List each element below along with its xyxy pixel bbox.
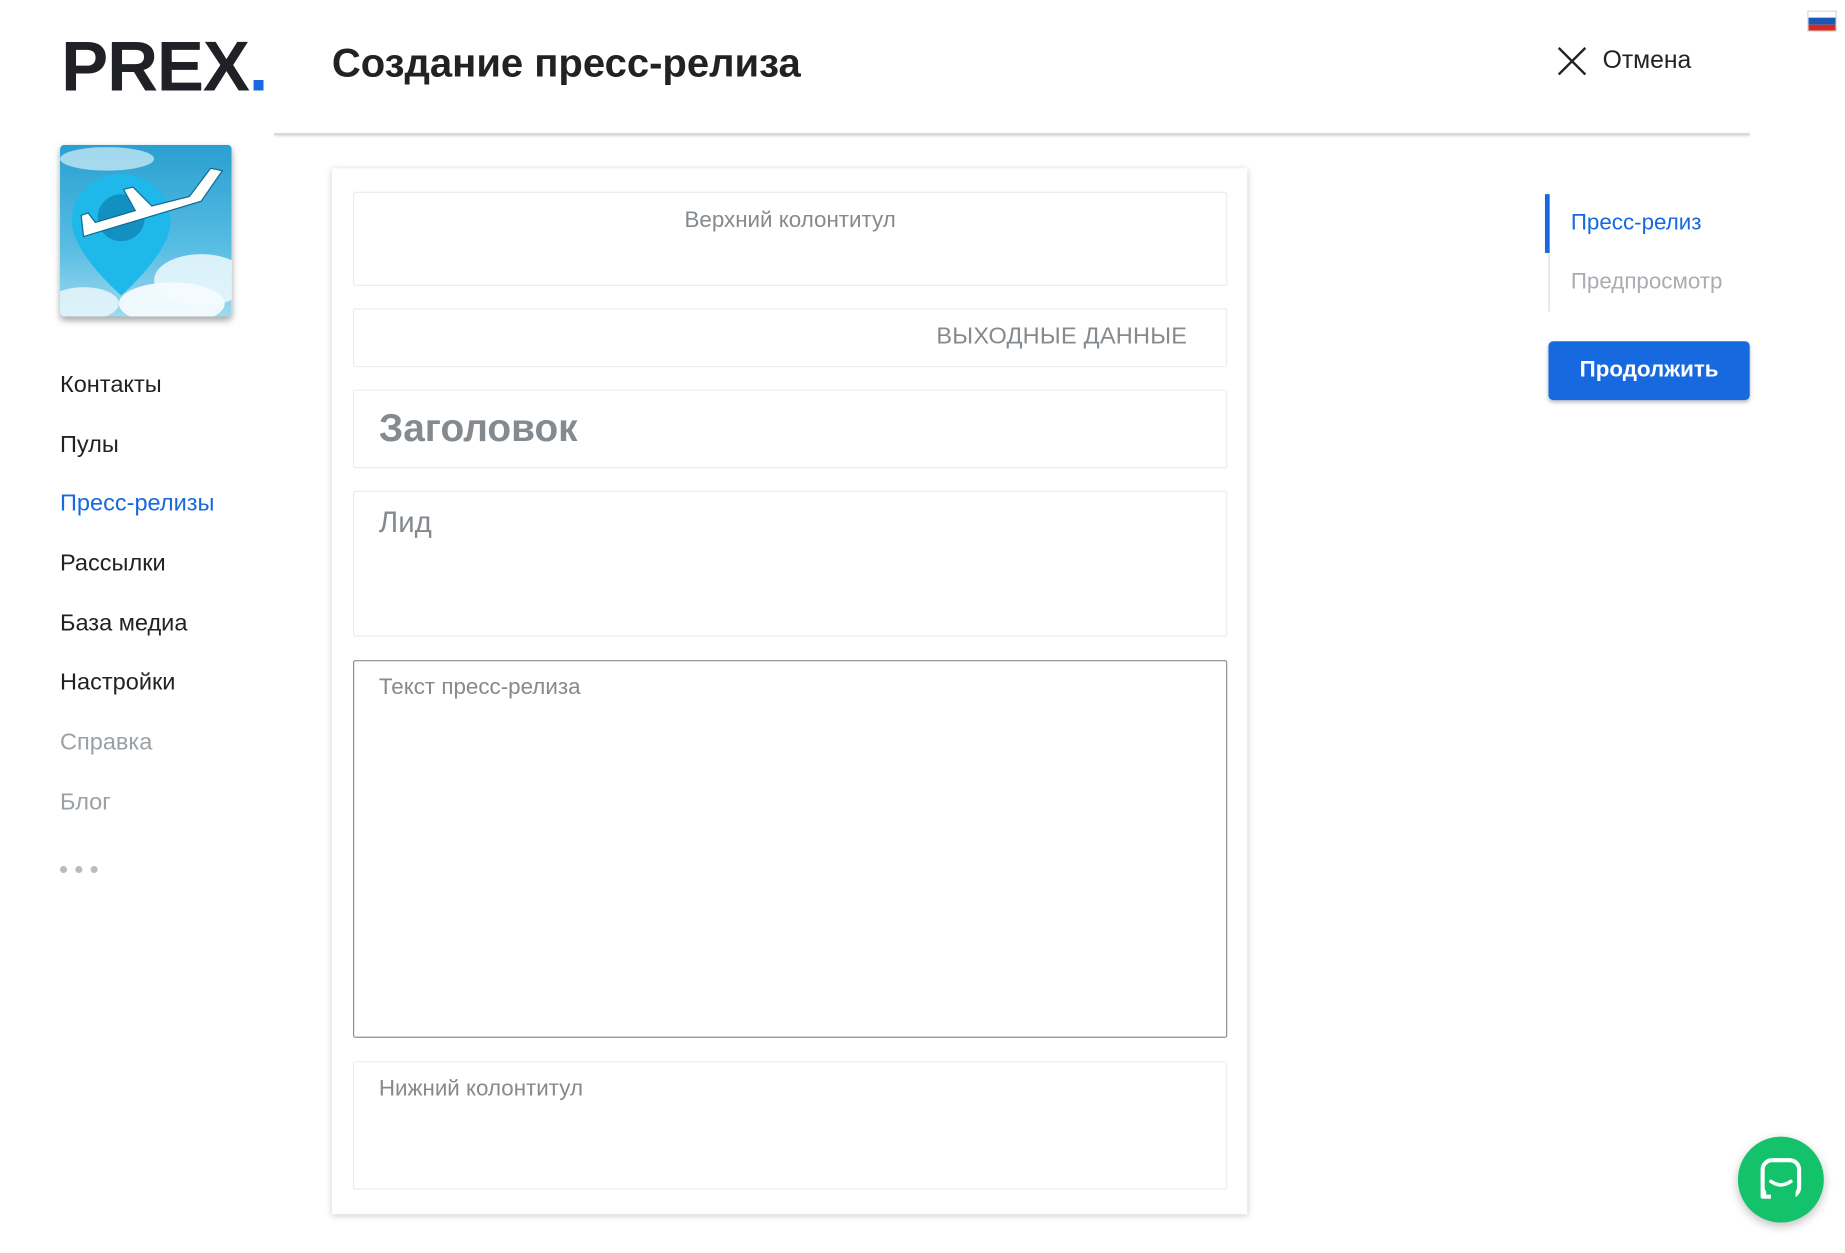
sidebar-item-blog[interactable]: Блог [60, 782, 214, 842]
header-field[interactable]: Верхний колонтитул [352, 191, 1228, 286]
russia-flag-icon[interactable] [1807, 10, 1837, 32]
airplane-location-icon [60, 144, 232, 317]
cancel-label: Отмена [1602, 47, 1692, 75]
output-data-field[interactable]: ВЫХОДНЫЕ ДАННЫЕ [352, 308, 1228, 368]
continue-button[interactable]: Продолжить [1548, 341, 1750, 401]
step-line [1548, 252, 1550, 312]
prex-logo[interactable]: PREX. [61, 28, 268, 106]
footer-field[interactable]: Нижний колонтитул [352, 1061, 1228, 1190]
body-placeholder: Текст пресс-релиза [378, 675, 581, 701]
chat-icon [1760, 1158, 1802, 1200]
lead-placeholder: Лид [378, 505, 432, 539]
footer-placeholder: Нижний колонтитул [378, 1076, 584, 1102]
title-placeholder: Заголовок [378, 405, 578, 450]
chat-widget-button[interactable] [1737, 1136, 1824, 1223]
page-title: Создание пресс-релиза [331, 41, 801, 86]
sidebar-nav: Контакты Пулы Пресс-релизы Рассылки База… [60, 365, 214, 902]
sidebar-item-settings[interactable]: Настройки [60, 663, 214, 723]
header-placeholder: Верхний колонтитул [684, 208, 896, 233]
cancel-button[interactable]: Отмена [1556, 45, 1692, 78]
sidebar-item-pools[interactable]: Пулы [60, 424, 214, 484]
output-data-placeholder: ВЫХОДНЫЕ ДАННЫЕ [936, 323, 1188, 350]
press-release-editor: Верхний колонтитул ВЫХОДНЫЕ ДАННЫЕ Загол… [331, 168, 1248, 1215]
step-label: Предпросмотр [1570, 269, 1723, 295]
company-avatar[interactable] [60, 144, 232, 317]
step-press-release[interactable]: Пресс-релиз [1544, 194, 1723, 253]
sidebar-item-help[interactable]: Справка [60, 723, 214, 783]
title-field[interactable]: Заголовок [352, 389, 1228, 469]
sidebar-item-contacts[interactable]: Контакты [60, 365, 214, 425]
app-stage: PREX. Создание пресс-релиза Отмена Конта… [0, 0, 1845, 1253]
header-divider [274, 132, 1750, 136]
sidebar-item-media-base[interactable]: База медиа [60, 603, 214, 663]
active-step-indicator [1544, 194, 1550, 253]
lead-field[interactable]: Лид [352, 490, 1228, 637]
more-menu-icon[interactable] [60, 842, 214, 902]
sidebar-item-mailings[interactable]: Рассылки [60, 544, 214, 604]
step-preview[interactable]: Предпросмотр [1545, 252, 1723, 312]
sidebar-item-press-releases[interactable]: Пресс-релизы [60, 484, 214, 544]
steps-nav: Пресс-релиз Предпросмотр [1544, 194, 1723, 312]
close-icon [1556, 45, 1589, 78]
step-label: Пресс-релиз [1570, 210, 1702, 236]
body-text-field[interactable]: Текст пресс-релиза [352, 660, 1228, 1038]
